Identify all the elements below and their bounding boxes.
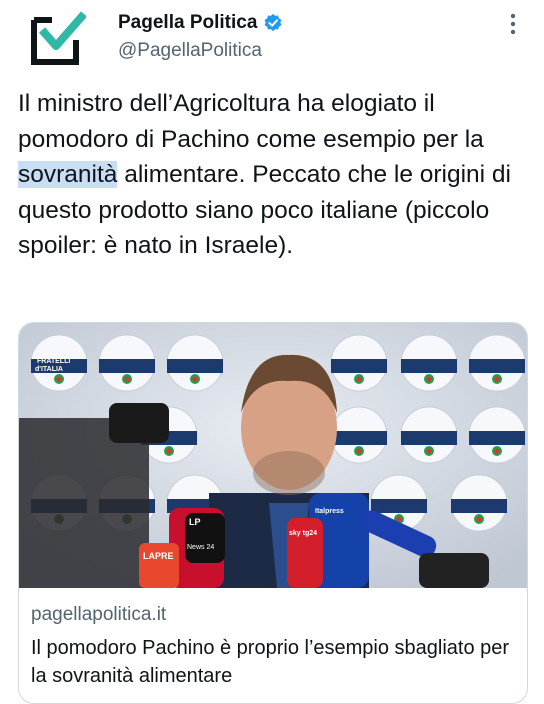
author-handle[interactable]: @PagellaPolitica xyxy=(118,40,262,62)
avatar[interactable] xyxy=(30,10,88,66)
mic-label-lp: LP xyxy=(189,517,201,527)
mic-label-sky: sky tg24 xyxy=(289,530,317,537)
verified-badge-icon xyxy=(263,13,283,33)
author-name-text[interactable]: Pagella Politica xyxy=(118,12,257,34)
mic-label-news24: News 24 xyxy=(187,544,214,551)
author-name[interactable]: Pagella Politica xyxy=(118,12,283,34)
tweet-text: Il ministro dell’Agricoltura ha elogiato… xyxy=(18,86,528,264)
backdrop-logo-text-line2: d'ITALIA xyxy=(35,366,63,373)
more-vertical-icon[interactable] xyxy=(506,10,520,46)
link-card[interactable]: FRATELLI d'ITALIA LAPRE LP News 24 sky t… xyxy=(18,322,528,704)
photo-minister-at-press-conference: FRATELLI d'ITALIA LAPRE LP News 24 sky t… xyxy=(19,323,527,588)
card-domain[interactable]: pagellapolitica.it xyxy=(31,604,166,626)
card-title[interactable]: Il pomodoro Pachino è proprio l’esempio … xyxy=(31,634,521,690)
tweet-header: Pagella Politica @PagellaPolitica xyxy=(0,0,544,80)
mic-label-lapre: LAPRE xyxy=(143,551,174,561)
card-image[interactable]: FRATELLI d'ITALIA LAPRE LP News 24 sky t… xyxy=(19,323,527,588)
backdrop-logo-text-line1: FRATELLI xyxy=(37,358,70,365)
mic-label-italpress: Italpress xyxy=(315,508,344,515)
ballot-check-logo-icon xyxy=(31,11,88,65)
highlighted-word: sovranità xyxy=(18,161,118,188)
tweet-text-part1: Il ministro dell’Agricoltura ha elogiato… xyxy=(18,90,484,153)
